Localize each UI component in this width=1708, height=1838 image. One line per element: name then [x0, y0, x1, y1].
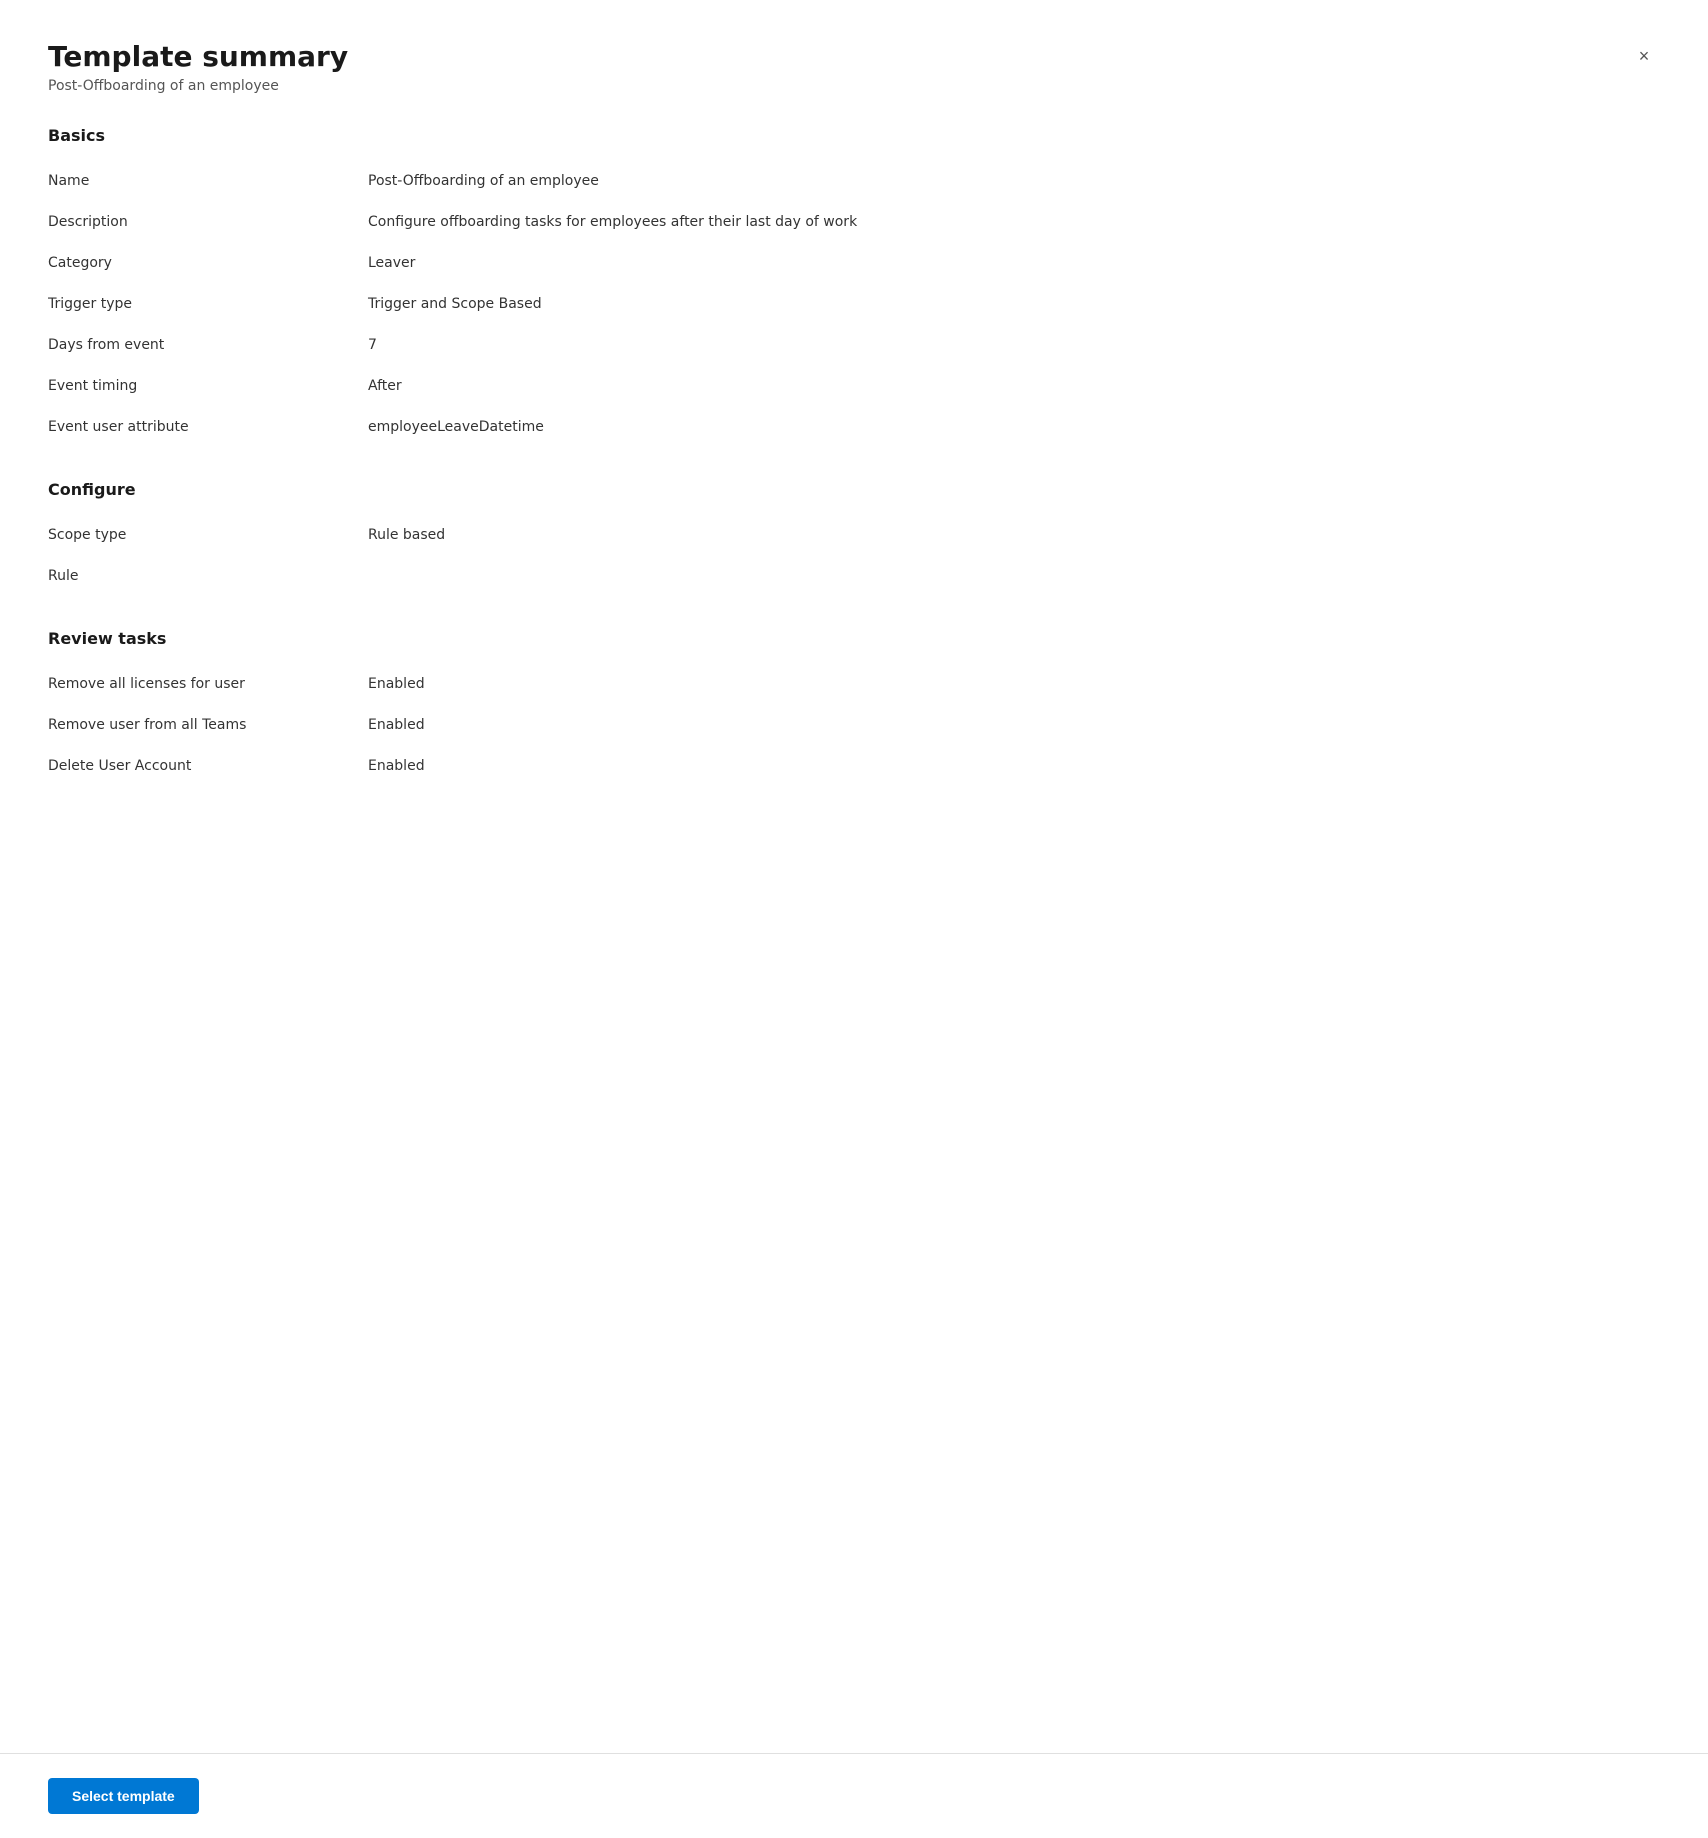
- field-description-label: Description: [48, 212, 368, 233]
- field-category-value: Leaver: [368, 253, 1660, 274]
- field-remove-licenses-value: Enabled: [368, 674, 1660, 695]
- field-name: Name Post-Offboarding of an employee: [48, 161, 1660, 202]
- field-days-from-event-value: 7: [368, 335, 1660, 356]
- field-description: Description Configure offboarding tasks …: [48, 202, 1660, 243]
- field-trigger-type-label: Trigger type: [48, 294, 368, 315]
- field-event-timing-label: Event timing: [48, 376, 368, 397]
- select-template-button[interactable]: Select template: [48, 1778, 199, 1814]
- field-event-timing-value: After: [368, 376, 1660, 397]
- field-rule-label: Rule: [48, 566, 368, 587]
- field-trigger-type: Trigger type Trigger and Scope Based: [48, 284, 1660, 325]
- field-name-label: Name: [48, 171, 368, 192]
- review-tasks-section-title: Review tasks: [48, 629, 1660, 648]
- template-summary-panel: Template summary Post-Offboarding of an …: [0, 0, 1708, 1753]
- field-days-from-event-label: Days from event: [48, 335, 368, 356]
- configure-section: Configure Scope type Rule based Rule: [48, 480, 1660, 597]
- field-remove-teams: Remove user from all Teams Enabled: [48, 705, 1660, 746]
- field-description-value: Configure offboarding tasks for employee…: [368, 212, 1660, 233]
- panel-footer: Select template: [0, 1753, 1708, 1838]
- panel-content: Basics Name Post-Offboarding of an emplo…: [48, 126, 1660, 1753]
- review-tasks-section: Review tasks Remove all licenses for use…: [48, 629, 1660, 787]
- field-rule: Rule: [48, 556, 1660, 597]
- field-category-label: Category: [48, 253, 368, 274]
- field-category: Category Leaver: [48, 243, 1660, 284]
- panel-title: Template summary: [48, 40, 348, 74]
- field-remove-licenses-label: Remove all licenses for user: [48, 674, 368, 695]
- field-remove-teams-label: Remove user from all Teams: [48, 715, 368, 736]
- field-scope-type-value: Rule based: [368, 525, 1660, 546]
- field-name-value: Post-Offboarding of an employee: [368, 171, 1660, 192]
- close-icon: ×: [1639, 46, 1650, 67]
- basics-section: Basics Name Post-Offboarding of an emplo…: [48, 126, 1660, 448]
- field-event-user-attribute-value: employeeLeaveDatetime: [368, 417, 1660, 438]
- field-delete-user-account-label: Delete User Account: [48, 756, 368, 777]
- field-remove-licenses: Remove all licenses for user Enabled: [48, 664, 1660, 705]
- configure-section-title: Configure: [48, 480, 1660, 499]
- field-scope-type: Scope type Rule based: [48, 515, 1660, 556]
- header-text: Template summary Post-Offboarding of an …: [48, 40, 348, 94]
- close-button[interactable]: ×: [1628, 40, 1660, 72]
- basics-section-title: Basics: [48, 126, 1660, 145]
- field-remove-teams-value: Enabled: [368, 715, 1660, 736]
- field-rule-value: [368, 566, 1660, 587]
- field-event-user-attribute-label: Event user attribute: [48, 417, 368, 438]
- field-event-timing: Event timing After: [48, 366, 1660, 407]
- panel-subtitle: Post-Offboarding of an employee: [48, 78, 348, 94]
- field-trigger-type-value: Trigger and Scope Based: [368, 294, 1660, 315]
- field-delete-user-account-value: Enabled: [368, 756, 1660, 777]
- field-scope-type-label: Scope type: [48, 525, 368, 546]
- panel-header: Template summary Post-Offboarding of an …: [48, 40, 1660, 94]
- field-days-from-event: Days from event 7: [48, 325, 1660, 366]
- field-delete-user-account: Delete User Account Enabled: [48, 746, 1660, 787]
- field-event-user-attribute: Event user attribute employeeLeaveDateti…: [48, 407, 1660, 448]
